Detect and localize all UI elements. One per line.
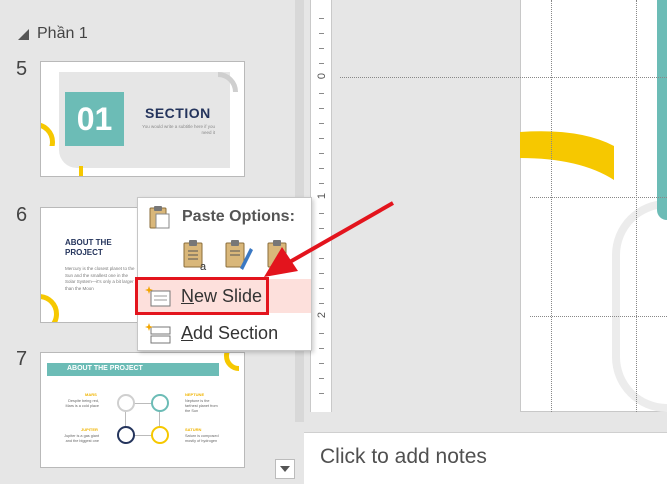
- ruler-tick: [319, 303, 324, 304]
- notes-pane[interactable]: Click to add notes: [304, 432, 667, 484]
- collapse-triangle-icon[interactable]: [18, 28, 29, 40]
- decorative-arc: [612, 200, 667, 412]
- ruler-tick: [319, 108, 324, 109]
- ruler-tick: [319, 168, 324, 169]
- ruler-tick: [319, 333, 324, 334]
- ruler-tick: [319, 288, 324, 289]
- ruler-label: 2: [316, 311, 328, 319]
- item-label: MARS: [85, 392, 97, 397]
- ruler-tick: [319, 18, 324, 19]
- item-text: Saturn is composed mostly of hydrogen: [185, 434, 219, 444]
- highlight-annotation-box: [135, 277, 269, 315]
- thumb-subtitle: You would write a subtitle here if you n…: [142, 124, 215, 136]
- decorative-yellow-arc: [520, 131, 614, 180]
- add-section-label: Add Section: [181, 323, 279, 343]
- item-label: JUPITER: [81, 427, 98, 432]
- item-label: NEPTUNE: [185, 392, 205, 397]
- decorative-arc: [41, 294, 59, 322]
- ruler-tick: [319, 393, 324, 394]
- ruler-tick: [319, 63, 324, 64]
- ruler-label: 0: [316, 72, 328, 80]
- ruler-tick: [319, 123, 324, 124]
- thumb-title: SECTION: [145, 105, 211, 121]
- ruler-tick: [319, 33, 324, 34]
- thumb-title: ABOUT THE PROJECT: [65, 238, 112, 257]
- slide-thumbnail-5[interactable]: 01 SECTION You would write a subtitle he…: [40, 61, 245, 177]
- scroll-down-button[interactable]: [275, 459, 295, 479]
- use-destination-theme-icon[interactable]: a: [180, 238, 212, 272]
- ruler-tick: [319, 348, 324, 349]
- svg-text:a: a: [200, 261, 207, 272]
- item-text: Jupiter is a gas giant and the biggest o…: [64, 434, 99, 444]
- item-text: Despite being red, Mars is a cold place: [65, 399, 99, 409]
- thumb-body: Mercury is the closest planet to the Sun…: [65, 266, 135, 291]
- slide-number: 5: [16, 58, 28, 80]
- item-label: SATURN: [185, 427, 202, 432]
- thumb-title: ABOUT THE PROJECT: [67, 365, 143, 372]
- annotation-arrow-icon: [264, 201, 394, 277]
- guide-line: [551, 0, 552, 412]
- neptune-icon: [151, 394, 169, 412]
- jupiter-icon: [117, 426, 135, 444]
- ruler-tick: [319, 183, 324, 184]
- item-text: Neptune is the farthest planet from the …: [185, 399, 218, 414]
- decorative-teal-shape: [657, 0, 667, 220]
- saturn-icon: [151, 426, 169, 444]
- ruler-tick: [319, 93, 324, 94]
- slide-thumbnail-7[interactable]: ABOUT THE PROJECT MARS Despite being red…: [40, 352, 245, 468]
- guide-line: [340, 77, 667, 78]
- section-number: 01: [76, 100, 113, 137]
- ruler-tick: [319, 48, 324, 49]
- slide-number: 6: [16, 204, 28, 226]
- thumb-title-banner: ABOUT THE PROJECT: [47, 363, 219, 376]
- add-section-menu-item[interactable]: Add Section: [138, 316, 311, 348]
- slide-number: 7: [16, 348, 28, 370]
- decorative-arc: [41, 122, 55, 146]
- section-header[interactable]: Phần 1: [18, 24, 88, 44]
- decorative-bar: [79, 166, 83, 176]
- ruler-tick: [319, 363, 324, 364]
- add-section-icon: [145, 323, 171, 344]
- mars-icon: [117, 394, 135, 412]
- ruler-tick: [319, 153, 324, 154]
- ruler-tick: [319, 378, 324, 379]
- guide-line: [636, 0, 637, 412]
- clipboard-icon: [149, 206, 170, 229]
- section-label: Phần 1: [37, 25, 88, 42]
- decorative-arc: [224, 353, 239, 371]
- ruler-tick: [319, 138, 324, 139]
- notes-placeholder: Click to add notes: [320, 445, 487, 468]
